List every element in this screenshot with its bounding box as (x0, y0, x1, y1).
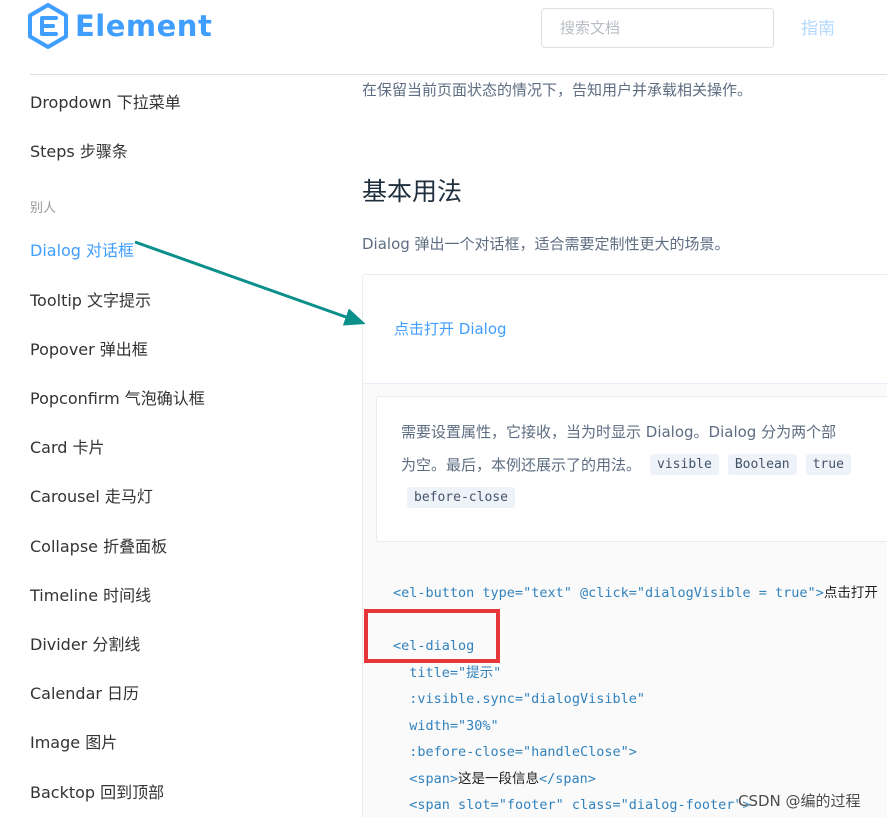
sidebar-item-image[interactable]: Image 图片 (30, 729, 117, 753)
sidebar-group-label: 别人 (30, 201, 57, 216)
sidebar-item-divider[interactable]: Divider 分割线 (30, 631, 140, 655)
sidebar-item-card[interactable]: Card 卡片 (30, 434, 105, 458)
description-line: 为空。最后，本例还展示了的用法。 visible Boolean true (401, 454, 851, 475)
section-description: Dialog 弹出一个对话框，适合需要定制性更大的场景。 (362, 235, 730, 253)
sidebar-item-timeline[interactable]: Timeline 时间线 (30, 582, 151, 606)
description-line: 需要设置属性，它接收，当为时显示 Dialog。Dialog 分为两个部 (401, 423, 837, 441)
section-title: 基本用法 (362, 177, 463, 206)
element-logo-icon (28, 3, 68, 49)
logo-text: Element (75, 9, 213, 43)
description-text: 为空。最后，本例还展示了的用法。 (401, 456, 642, 474)
open-dialog-button[interactable]: 点击打开 Dialog (394, 318, 507, 339)
code-tag-boolean: Boolean (727, 454, 797, 475)
code-line: :before-close="handleClose"> (393, 744, 637, 760)
search-input[interactable] (541, 8, 774, 48)
sidebar-item-calendar[interactable]: Calendar 日历 (30, 680, 139, 704)
code-line: <span>这是一段信息</span> (393, 770, 596, 787)
element-logo[interactable]: Element (28, 2, 212, 50)
code-tag-visible: visible (650, 454, 719, 475)
demo-description: 需要设置属性，它接收，当为时显示 Dialog。Dialog 分为两个部 为空。… (376, 396, 887, 542)
code-line: <span slot="footer" class="dialog-footer… (393, 797, 751, 813)
page-intro: 在保留当前页面状态的情况下，告知用户并承载相关操作。 (362, 81, 753, 99)
watermark: CSDN @编的过程 (738, 792, 861, 810)
annotation-highlight-box (364, 609, 500, 663)
demo-block: 点击打开 Dialog 需要设置属性，它接收，当为时显示 Dialog。Dial… (362, 274, 887, 817)
main-content: 在保留当前页面状态的情况下，告知用户并承载相关操作。 基本用法 Dialog 弹… (362, 75, 887, 817)
sidebar-item-collapse[interactable]: Collapse 折叠面板 (30, 533, 167, 557)
demo-meta: 需要设置属性，它接收，当为时显示 Dialog。Dialog 分为两个部 为空。… (363, 383, 887, 817)
code-line: width="30%" (393, 717, 499, 734)
sidebar-item-carousel[interactable]: Carousel 走马灯 (30, 483, 153, 507)
code-tag-true: true (805, 454, 851, 475)
sidebar-item-tooltip[interactable]: Tooltip 文字提示 (30, 287, 151, 311)
code-line: <el-button type="text" @click="dialogVis… (393, 585, 878, 601)
nav-guide-link[interactable]: 指南 (801, 14, 835, 39)
demo-source: 点击打开 Dialog (363, 275, 887, 383)
description-line: before-close (401, 486, 515, 508)
code-tag-before-close: before-close (407, 487, 515, 508)
code-line: :visible.sync="dialogVisible" (393, 691, 645, 707)
sidebar-item-popover[interactable]: Popover 弹出框 (30, 336, 148, 360)
sidebar-item-backtop[interactable]: Backtop 回到顶部 (30, 779, 164, 803)
sidebar-nav: Dropdown 下拉菜单 Steps 步骤条 别人 Dialog 对话框 To… (0, 75, 330, 817)
sidebar-item-steps[interactable]: Steps 步骤条 (30, 138, 128, 162)
code-line: title="提示" (393, 664, 502, 681)
top-header: Element 指南 (0, 0, 887, 75)
sidebar-item-dialog[interactable]: Dialog 对话框 (30, 237, 134, 261)
sidebar-item-dropdown[interactable]: Dropdown 下拉菜单 (30, 89, 181, 113)
sidebar-item-popconfirm[interactable]: Popconfirm 气泡确认框 (30, 385, 205, 409)
